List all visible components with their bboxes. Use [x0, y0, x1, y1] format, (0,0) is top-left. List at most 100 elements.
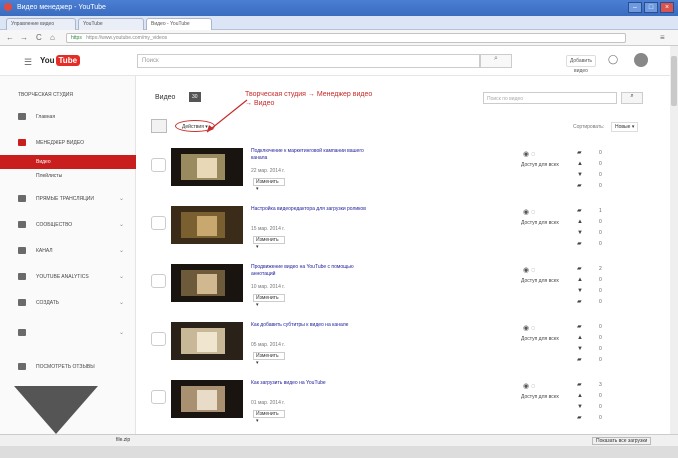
actions-dropdown[interactable]: Действия ▾ — [175, 120, 215, 132]
url-field[interactable]: https https://www.youtube.com/my_videos — [66, 33, 626, 43]
sidebar-item-label: Главная — [36, 114, 56, 120]
logo-tube: Tube — [55, 55, 81, 66]
browser-menu-icon[interactable]: ≡ — [660, 33, 665, 42]
video-thumbnail[interactable] — [171, 148, 243, 186]
globe-icon: ◉ ◌ — [523, 151, 536, 158]
edit-button[interactable]: Изменить ▾ — [253, 178, 285, 192]
video-checkbox[interactable] — [151, 390, 166, 404]
chevron-down-icon: ⌄ — [118, 196, 124, 202]
sidebar-item-label: СОЗДАТЬ — [36, 300, 60, 306]
sidebar-item-settings[interactable]: ⌄ — [0, 326, 136, 340]
video-row[interactable]: Подключение к маркетинговой кампании ваш… — [137, 148, 657, 204]
stats-icons: ▰ ▲ ▼ ▰ — [577, 382, 583, 421]
video-checkbox[interactable] — [151, 274, 166, 288]
video-checkbox[interactable] — [151, 332, 166, 346]
page-scrollbar[interactable] — [670, 46, 678, 434]
sidebar-item-video-manager[interactable]: МЕНЕДЖЕР ВИДЕО — [0, 136, 136, 150]
video-row[interactable]: Настройка видеоредактора для загрузки ро… — [137, 206, 657, 262]
edit-label: Изменить — [256, 353, 279, 359]
sidebar-item-create[interactable]: СОЗДАТЬ ⌄ — [0, 296, 136, 316]
sidebar-item-playlists[interactable]: Плейлисты — [0, 169, 136, 183]
sidebar-item-channel[interactable]: КАНАЛ ⌄ — [0, 244, 136, 258]
search-icon[interactable]: ⌕ — [480, 54, 512, 68]
video-title[interactable]: Продвижение видео на YouTube с помощью а… — [251, 264, 371, 278]
search-input[interactable]: Поиск — [137, 54, 480, 68]
camera-icon — [18, 329, 26, 336]
maximize-button[interactable]: □ — [644, 2, 658, 13]
video-row[interactable]: Продвижение видео на YouTube с помощью а… — [137, 264, 657, 320]
minimize-button[interactable]: – — [628, 2, 642, 13]
sidebar-item-label: YOUTUBE ANALYTICS — [36, 274, 89, 280]
reload-icon[interactable]: C — [36, 33, 42, 42]
video-row[interactable]: Как добавить субтитры к видео на канале … — [137, 322, 657, 378]
video-row[interactable]: Как загрузить видео на YouTube 01 мар. 2… — [137, 380, 657, 436]
secure-label: https — [71, 35, 82, 41]
comments-count: 0 — [599, 415, 602, 421]
sort-label: Сортировать: — [573, 124, 605, 130]
search-icon[interactable]: ⌕ — [621, 92, 643, 104]
browser-tab[interactable]: Управление видео — [6, 18, 76, 30]
youtube-logo[interactable]: You Tube — [40, 55, 81, 66]
video-date: 05 мар. 2014 г. — [251, 342, 285, 348]
video-manager-icon — [18, 139, 26, 146]
visibility-label: Доступ для всех — [521, 278, 559, 284]
edit-button[interactable]: Изменить ▾ — [253, 236, 285, 250]
window-title: Видео менеджер - YouTube — [16, 3, 106, 11]
close-button[interactable]: × — [660, 2, 674, 13]
chevron-down-icon: ⌄ — [118, 330, 124, 336]
video-date: 22 мар. 2014 г. — [251, 168, 285, 174]
download-item[interactable]: file.zip — [116, 437, 130, 443]
sidebar-item-live[interactable]: ПРЯМЫЕ ТРАНСЛЯЦИИ ⌄ — [0, 192, 136, 206]
video-checkbox[interactable] — [151, 216, 166, 230]
edit-button[interactable]: Изменить ▾ — [253, 410, 285, 424]
sort-dropdown[interactable]: Новые ▾ — [611, 122, 639, 132]
select-all-checkbox[interactable] — [151, 119, 167, 133]
dislikes-count: 0 — [599, 288, 602, 294]
video-checkbox[interactable] — [151, 158, 166, 172]
video-title[interactable]: Подключение к маркетинговой кампании ваш… — [251, 148, 371, 162]
likes-count: 0 — [599, 335, 602, 341]
video-thumbnail[interactable] — [171, 206, 243, 244]
youtube-header: ☰ You Tube Поиск ⌕ Добавить видео ◯ — [0, 46, 678, 76]
sidebar-item-feedback[interactable]: ПОСМОТРЕТЬ ОТЗЫВЫ — [0, 360, 136, 374]
stats-icons: ▰ ▲ ▼ ▰ — [577, 208, 583, 247]
video-title[interactable]: Как добавить субтитры к видео на канале — [251, 322, 371, 329]
sidebar-item-analytics[interactable]: YOUTUBE ANALYTICS ⌄ — [0, 270, 136, 284]
page-title: Видео — [155, 94, 176, 101]
hamburger-icon[interactable]: ☰ — [24, 57, 32, 68]
forward-icon[interactable]: → — [20, 33, 28, 42]
scrollbar-thumb[interactable] — [671, 56, 677, 106]
video-title[interactable]: Настройка видеоредактора для загрузки ро… — [251, 206, 371, 213]
likes-count: 0 — [599, 277, 602, 283]
sidebar-item-dashboard[interactable]: Главная — [0, 110, 136, 124]
video-thumbnail[interactable] — [171, 380, 243, 418]
visibility-label: Доступ для всех — [521, 394, 559, 400]
dashboard-icon — [18, 113, 26, 120]
upload-button[interactable]: Добавить видео — [566, 55, 596, 74]
video-stats: 1 0 0 0 — [599, 206, 611, 250]
edit-button[interactable]: Изменить ▾ — [253, 294, 285, 308]
bell-icon[interactable]: ◯ — [608, 54, 618, 65]
back-icon[interactable]: ← — [6, 33, 14, 42]
video-thumbnail[interactable] — [171, 322, 243, 360]
address-bar: ← → C ⌂ https https://www.youtube.com/my… — [0, 30, 678, 46]
edit-button[interactable]: Изменить ▾ — [253, 352, 285, 366]
sidebar-item-community[interactable]: СООБЩЕСТВО ⌄ — [0, 218, 136, 232]
views-count: 2 — [599, 266, 602, 272]
browser-tab-active[interactable]: Видео - YouTube — [146, 18, 212, 30]
analytics-icon — [18, 273, 26, 280]
video-date: 10 мар. 2014 г. — [251, 284, 285, 290]
chevron-down-icon: ⌄ — [118, 222, 124, 228]
chevron-down-icon: ⌄ — [118, 300, 124, 306]
browser-tab[interactable]: YouTube — [78, 18, 144, 30]
home-icon[interactable]: ⌂ — [50, 33, 55, 42]
video-thumbnail[interactable] — [171, 264, 243, 302]
sidebar-item-label: ПРЯМЫЕ ТРАНСЛЯЦИИ — [36, 196, 94, 202]
video-search-input[interactable]: Поиск по видео — [483, 92, 617, 104]
avatar[interactable] — [634, 53, 648, 67]
sort-value: Новые — [615, 124, 631, 130]
show-all-downloads-button[interactable]: Показать все загрузки — [592, 437, 652, 445]
video-title[interactable]: Как загрузить видео на YouTube — [251, 380, 371, 387]
sidebar-item-videos[interactable]: Видео — [0, 155, 136, 169]
edit-label: Изменить — [256, 179, 279, 185]
